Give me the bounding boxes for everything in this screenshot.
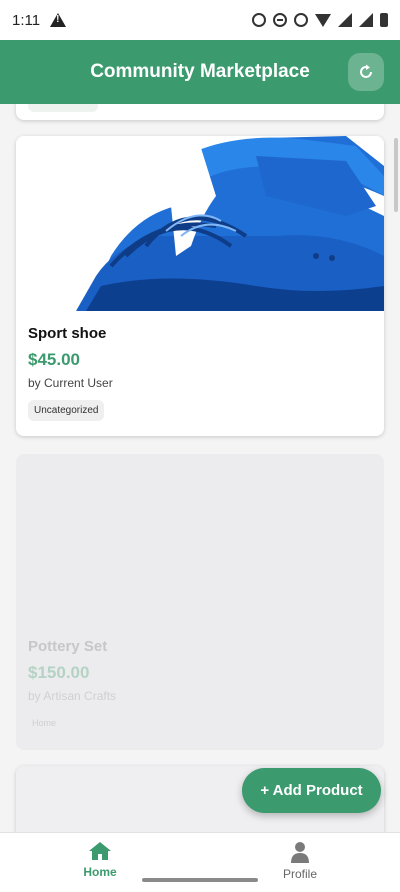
nav-item-profile[interactable]: Profile — [250, 841, 350, 881]
status-time: 1:11 — [12, 11, 41, 29]
product-card[interactable]: Sport shoe $45.00 by Current User Uncate… — [16, 136, 384, 436]
product-image — [16, 136, 384, 311]
product-title: Sport shoe — [28, 325, 107, 342]
home-icon — [89, 842, 111, 860]
scrollbar[interactable] — [394, 138, 398, 212]
nav-label-home: Home — [83, 865, 117, 879]
refresh-button[interactable] — [348, 53, 384, 91]
product-list[interactable]: Sport shoe $45.00 by Current User Uncate… — [0, 104, 400, 832]
product-card[interactable] — [16, 104, 384, 120]
product-price: $150.00 — [28, 663, 90, 682]
status-bar: 1:11 — [0, 0, 400, 40]
nav-label-profile: Profile — [282, 867, 317, 881]
product-card[interactable]: Pottery Set $150.00 by Artisan Crafts Ho… — [16, 454, 384, 750]
alert-icon — [50, 13, 67, 27]
bottom-navigation: Home Profile — [0, 832, 400, 892]
nav-item-home[interactable]: Home — [50, 841, 150, 879]
product-seller: by Artisan Crafts — [28, 689, 117, 703]
do-not-disturb-icon — [273, 13, 287, 27]
alarm-icon — [252, 13, 266, 27]
signal-icon — [359, 13, 373, 27]
page-title: Community Marketplace — [90, 61, 310, 82]
wifi-calling-icon — [294, 13, 308, 27]
category-tag: Uncategorized — [28, 400, 105, 421]
product-title: Pottery Set — [28, 638, 108, 655]
signal-icon — [338, 13, 352, 27]
product-seller: by Current User — [28, 376, 113, 390]
gesture-handle — [142, 878, 258, 882]
category-tag — [28, 104, 98, 112]
app-bar: Community Marketplace — [0, 40, 400, 104]
wifi-icon — [315, 13, 331, 27]
add-product-button[interactable]: + Add Product — [242, 768, 381, 813]
status-icons — [252, 13, 388, 27]
battery-icon — [380, 13, 388, 27]
person-icon — [291, 842, 309, 863]
category-tag: Home — [32, 718, 57, 728]
refresh-icon — [360, 64, 372, 78]
product-price: $45.00 — [28, 350, 80, 369]
